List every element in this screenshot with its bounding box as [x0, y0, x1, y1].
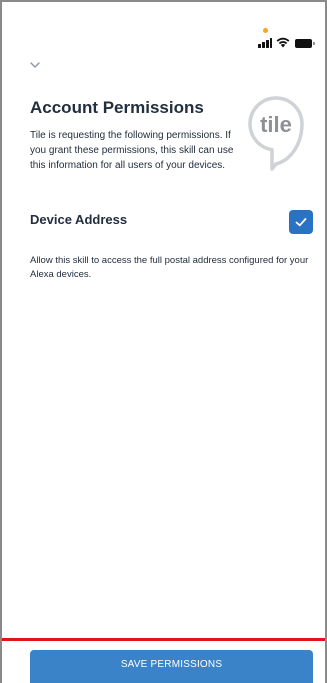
status-bar — [2, 2, 325, 52]
battery-icon — [295, 39, 315, 48]
check-icon — [295, 218, 307, 227]
chevron-down-icon[interactable] — [29, 60, 41, 70]
wifi-icon — [276, 37, 290, 48]
app-screen: Account Permissions Tile is requesting t… — [0, 0, 327, 683]
signal-icon — [258, 38, 272, 48]
device-address-checkbox[interactable] — [289, 210, 313, 234]
save-permissions-button[interactable]: SAVE PERMISSIONS — [30, 650, 313, 683]
tile-logo-icon: tile — [248, 96, 304, 171]
permissions-intro-text: Tile is requesting the following permiss… — [30, 130, 234, 171]
logo-text: tile — [260, 112, 292, 137]
privacy-indicator-dot — [263, 28, 268, 33]
footer-divider — [2, 638, 325, 641]
permission-description-device-address: Allow this skill to access the full post… — [30, 255, 309, 280]
page-title: Account Permissions — [30, 98, 204, 117]
permission-title-device-address: Device Address — [30, 212, 128, 227]
